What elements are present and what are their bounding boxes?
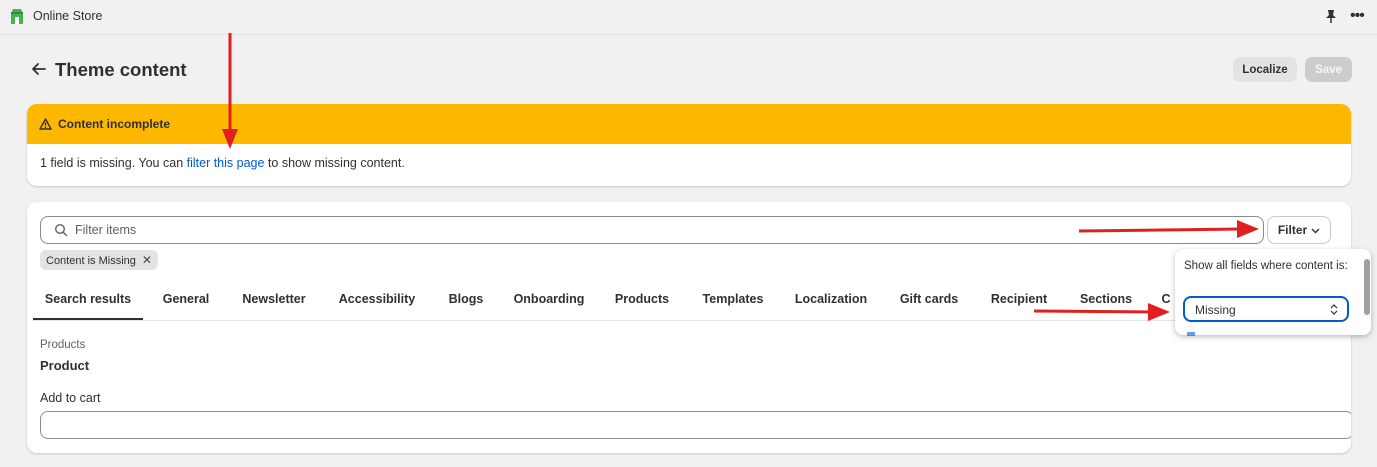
hidden-link-fragment bbox=[1187, 332, 1195, 336]
content-status-select[interactable]: Missing bbox=[1183, 296, 1349, 322]
filter-this-page-link[interactable]: filter this page bbox=[187, 156, 265, 170]
content-card: Filter Content is Missing ✕ Search result… bbox=[27, 202, 1351, 453]
popover-scrollbar[interactable] bbox=[1364, 259, 1370, 315]
filter-popover: Show all fields where content is: Missin… bbox=[1175, 249, 1371, 335]
popover-text: Show all fields where content is: bbox=[1184, 260, 1348, 272]
tab-gift-cards[interactable]: Gift cards bbox=[893, 282, 965, 320]
tab-localization[interactable]: Localization bbox=[789, 282, 873, 320]
section-title: Product bbox=[40, 358, 90, 373]
annotation-arrow-down bbox=[222, 33, 238, 149]
tab-products[interactable]: Products bbox=[609, 282, 675, 320]
tab-templates[interactable]: Templates bbox=[695, 282, 771, 320]
save-button[interactable]: Save bbox=[1305, 57, 1352, 82]
tab-accessibility[interactable]: Accessibility bbox=[331, 282, 423, 320]
tab-blogs[interactable]: Blogs bbox=[441, 282, 491, 320]
online-store-icon bbox=[11, 9, 23, 24]
applied-filter-label: Content is Missing bbox=[46, 255, 136, 267]
pin-icon[interactable] bbox=[1324, 9, 1338, 24]
localize-button[interactable]: Localize bbox=[1233, 57, 1297, 82]
add-to-cart-label: Add to cart bbox=[40, 391, 101, 405]
annotation-arrow-select bbox=[1034, 303, 1170, 321]
page-title: Theme content bbox=[55, 59, 187, 80]
annotation-arrow-filter bbox=[1079, 220, 1259, 238]
banner-message: 1 field is missing. You can filter this … bbox=[40, 156, 405, 170]
app-name: Online Store bbox=[33, 9, 103, 23]
applied-filter-tag: Content is Missing ✕ bbox=[40, 250, 158, 270]
search-icon bbox=[54, 223, 68, 237]
filter-button[interactable]: Filter bbox=[1267, 216, 1331, 244]
banner-text-after: to show missing content. bbox=[264, 156, 405, 170]
tab-onboarding[interactable]: Onboarding bbox=[507, 282, 591, 320]
select-chevrons-icon bbox=[1330, 304, 1338, 315]
section-label: Products bbox=[40, 339, 86, 351]
add-to-cart-field[interactable] bbox=[40, 411, 1351, 439]
banner-text-before: 1 field is missing. You can bbox=[40, 156, 187, 170]
select-value: Missing bbox=[1195, 303, 1236, 317]
more-horizontal-icon[interactable]: ••• bbox=[1350, 8, 1365, 24]
filter-button-label: Filter bbox=[1277, 223, 1308, 237]
tab-search-results[interactable]: Search results bbox=[33, 282, 143, 320]
banner-title: Content incomplete bbox=[58, 117, 171, 131]
tab-general[interactable]: General bbox=[150, 282, 222, 320]
app-bar: Online Store ••• bbox=[0, 0, 1377, 35]
search-input[interactable] bbox=[75, 220, 1225, 240]
warning-icon bbox=[39, 118, 52, 130]
tab-newsletter[interactable]: Newsletter bbox=[235, 282, 313, 320]
chevron-down-icon bbox=[1311, 228, 1320, 234]
arrow-left-icon[interactable] bbox=[30, 60, 48, 78]
close-icon[interactable]: ✕ bbox=[142, 253, 152, 267]
